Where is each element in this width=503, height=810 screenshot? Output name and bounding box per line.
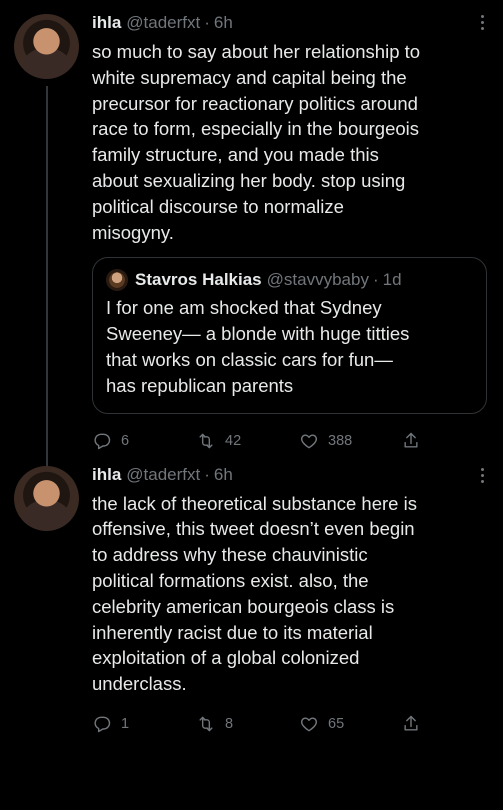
more-icon [480, 468, 484, 472]
display-name[interactable]: ihla [92, 12, 121, 34]
retweet-icon [199, 716, 213, 732]
reply-icon [94, 716, 111, 733]
reply-count: 6 [121, 432, 130, 449]
display-name[interactable]: ihla [92, 464, 121, 486]
tweet-header: ihla @taderfxt · 6h [92, 464, 487, 486]
like-icon [300, 434, 318, 448]
retweet-icon [199, 433, 213, 448]
reply-icon [94, 433, 111, 449]
avatar[interactable] [14, 14, 79, 79]
like-count: 388 [328, 432, 353, 449]
more-button[interactable] [475, 466, 489, 486]
retweet-button[interactable]: 42 [196, 431, 299, 451]
avatar-column [14, 464, 82, 737]
avatar-column [14, 12, 82, 474]
share-button[interactable] [401, 714, 421, 734]
share-icon [404, 715, 418, 731]
quoted-display-name: Stavros Halkias [135, 270, 262, 290]
tweet-actions: 1 8 65 [92, 711, 487, 737]
share-icon [404, 432, 418, 448]
username[interactable]: @taderfxt [126, 464, 200, 486]
reply-button[interactable]: 6 [92, 431, 196, 451]
like-button[interactable]: 388 [299, 431, 401, 451]
separator: · [204, 464, 210, 484]
timestamp[interactable]: 6h [214, 12, 233, 34]
quoted-tweet[interactable]: Stavros Halkias @stavvybaby · 1d I for o… [92, 257, 487, 414]
thread-line [46, 86, 48, 474]
tweet-header: ihla @taderfxt · 6h [92, 12, 487, 34]
more-button[interactable] [475, 12, 489, 32]
quoted-tweet-text: I for one am shocked that Sydney Sweeney… [106, 297, 410, 396]
reply-count: 1 [121, 715, 130, 732]
tweet-text: so much to say about her relationship to… [92, 41, 421, 243]
like-button[interactable]: 65 [299, 714, 401, 734]
retweet-button[interactable]: 8 [196, 714, 299, 734]
tweet-content: ihla @taderfxt · 6h the lack of theoreti… [82, 464, 487, 737]
reply-button[interactable]: 1 [92, 714, 196, 734]
quoted-timestamp: 1d [382, 270, 402, 290]
share-button[interactable] [401, 431, 421, 451]
timestamp[interactable]: 6h [214, 464, 233, 486]
avatar[interactable] [14, 465, 79, 531]
tweet-actions: 6 42 388 [92, 428, 487, 454]
retweet-count: 8 [225, 715, 234, 732]
more-icon [480, 14, 484, 18]
tweet[interactable]: ihla @taderfxt · 6h the lack of theoreti… [0, 454, 503, 737]
like-count: 65 [328, 715, 345, 732]
tweet-text: the lack of theoretical substance here i… [92, 492, 417, 695]
tweet-content: ihla @taderfxt · 6h so much to say about… [82, 12, 487, 454]
quoted-tweet-header: Stavros Halkias @stavvybaby · 1d [106, 269, 473, 292]
separator: · [372, 270, 379, 290]
retweet-count: 42 [225, 432, 242, 449]
quoted-username: @stavvybaby [266, 270, 369, 290]
username[interactable]: @taderfxt [126, 12, 200, 34]
separator: · [204, 13, 210, 32]
tweet[interactable]: ihla @taderfxt · 6h so much to say about… [0, 0, 503, 474]
quoted-avatar [106, 269, 128, 292]
like-icon [300, 717, 318, 732]
